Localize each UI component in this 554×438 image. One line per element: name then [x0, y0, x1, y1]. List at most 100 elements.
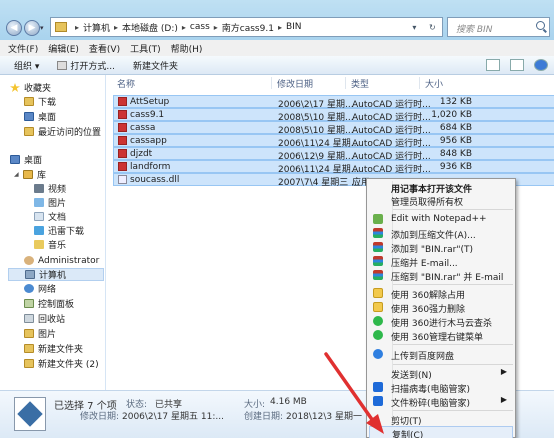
autocad-arx-icon	[118, 149, 127, 158]
nav-libraries[interactable]: ◢ 库	[14, 168, 46, 181]
pc-manager-scan-icon	[373, 382, 383, 392]
title-bar: ◀ ▶ ▾ ▸ 计算机 ▸ 本地磁盘 (D:) ▸ cass ▸ 南方cass9.1 ▸…	[0, 0, 554, 40]
nav-new-folder-2[interactable]: 新建文件夹 (2)	[24, 357, 99, 370]
view-options-icon[interactable]	[486, 59, 500, 71]
menu-360-context-manager[interactable]: 使用 360管理右键菜单	[369, 329, 513, 343]
folder-icon	[24, 344, 34, 353]
collapse-triangle-icon[interactable]: ◢	[14, 171, 20, 178]
nav-control-panel[interactable]: 控制面板	[24, 297, 74, 310]
pictures-icon	[34, 198, 44, 207]
menu-zip-email[interactable]: 压缩并 E-mail...	[369, 255, 513, 269]
column-type[interactable]: 类型	[351, 75, 369, 91]
menu-360-trojan-scan[interactable]: 使用 360进行木马云查杀	[369, 315, 513, 329]
column-date[interactable]: 修改日期	[277, 75, 313, 91]
crumb-drive[interactable]: 本地磁盘 (D:)	[122, 21, 178, 34]
menu-tools[interactable]: 工具(T)	[130, 42, 161, 55]
menu-add-rar[interactable]: 添加到 "BIN.rar"(T)	[369, 241, 513, 255]
refresh-icon[interactable]: ↻	[429, 23, 436, 32]
nav-favorites[interactable]: 收藏夹	[10, 81, 51, 94]
open-with-icon	[57, 60, 68, 70]
new-folder-button[interactable]: 新建文件夹	[133, 59, 178, 72]
forward-button[interactable]: ▶	[24, 20, 40, 36]
menu-cut[interactable]: 剪切(T)	[369, 413, 513, 427]
history-dropdown-icon[interactable]: ▾	[40, 24, 48, 34]
nav-administrator[interactable]: Administrator	[24, 254, 99, 267]
column-name[interactable]: 名称	[117, 75, 135, 91]
table-row[interactable]: AttSetup 2006\2\17 星期... AutoCAD 运行时... …	[113, 95, 554, 110]
winrar-icon	[373, 228, 383, 238]
menu-scan-virus[interactable]: 扫描病毒(电脑管家)	[369, 381, 513, 395]
menu-view[interactable]: 查看(V)	[89, 42, 120, 55]
recent-places-icon	[24, 127, 34, 136]
column-size[interactable]: 大小	[425, 75, 443, 91]
nav-documents[interactable]: 文档	[34, 210, 66, 223]
total-size: 4.16 MB	[270, 397, 307, 407]
360-unlock-icon	[373, 288, 383, 298]
pc-manager-shred-icon	[373, 396, 383, 406]
crumb-cass91[interactable]: 南方cass9.1	[222, 21, 274, 34]
nav-network[interactable]: 网络	[24, 282, 56, 295]
menu-add-archive[interactable]: 添加到压缩文件(A)...	[369, 227, 513, 241]
crumb-computer[interactable]: 计算机	[83, 21, 110, 34]
menu-send-to[interactable]: 发送到(N) ▶	[369, 367, 513, 381]
menu-copy[interactable]: 复制(C)	[369, 426, 513, 438]
video-icon	[34, 184, 44, 193]
address-dropdown-icon[interactable]: ▾	[412, 23, 416, 32]
menu-file[interactable]: 文件(F)	[8, 42, 38, 55]
autocad-arx-icon	[118, 110, 127, 119]
nav-new-folder[interactable]: 新建文件夹	[24, 342, 83, 355]
control-panel-icon	[24, 299, 34, 308]
menu-edit-notepadpp[interactable]: Edit with Notepad++	[369, 213, 513, 226]
nav-desktop[interactable]: 桌面	[10, 153, 42, 166]
help-icon[interactable]	[534, 59, 548, 71]
nav-recent[interactable]: 最近访问的位置	[24, 125, 101, 138]
menu-baidu-upload[interactable]: 上传到百度网盘	[369, 348, 513, 362]
nav-thunder[interactable]: 迅雷下载	[34, 224, 84, 237]
nav-recycle-bin[interactable]: 回收站	[24, 312, 65, 325]
modified-date: 2006\2\17 星期五 11:...	[122, 412, 224, 422]
nav-videos[interactable]: 视频	[34, 182, 66, 195]
table-row[interactable]: cassapp 2006\11\24 星期... AutoCAD 运行时... …	[113, 134, 554, 149]
360-shield-icon	[373, 316, 383, 326]
table-row[interactable]: djzdt 2006\12\9 星期... AutoCAD 运行时... 848…	[113, 147, 554, 162]
address-bar[interactable]: ▸ 计算机 ▸ 本地磁盘 (D:) ▸ cass ▸ 南方cass9.1 ▸ BIN ▾…	[50, 17, 443, 37]
recycle-bin-icon	[24, 314, 34, 323]
network-icon	[24, 284, 34, 293]
nav-desktop-fav[interactable]: 桌面	[24, 110, 56, 123]
nav-pictures-folder[interactable]: 图片	[24, 327, 56, 340]
menu-360-force-delete[interactable]: 使用 360强力删除	[369, 301, 513, 315]
dll-file-icon	[118, 175, 127, 184]
nav-computer[interactable]: 计算机	[8, 268, 104, 281]
search-icon[interactable]	[536, 21, 545, 30]
autocad-arx-icon	[118, 162, 127, 171]
table-row[interactable]: cass9.1 2008\5\10 星期... AutoCAD 运行时... 1…	[113, 108, 554, 123]
menu-rar-email[interactable]: 压缩到 "BIN.rar" 并 E-mail	[369, 269, 513, 283]
folder-icon	[24, 359, 34, 368]
back-button[interactable]: ◀	[6, 20, 22, 36]
notepadpp-icon	[373, 214, 383, 224]
nav-downloads[interactable]: 下载	[24, 95, 56, 108]
menu-edit[interactable]: 编辑(E)	[48, 42, 79, 55]
menu-open-notepad[interactable]: 用记事本打开该文件	[369, 181, 513, 195]
crumb-bin[interactable]: BIN	[286, 22, 302, 32]
menu-file-shred[interactable]: 文件粉碎(电脑管家) ▶	[369, 395, 513, 409]
preview-pane-icon[interactable]	[510, 59, 524, 71]
crumb-cass[interactable]: cass	[190, 22, 210, 32]
menu-360-unlock[interactable]: 使用 360解除占用	[369, 287, 513, 301]
table-row[interactable]: cassa 2008\5\10 星期... AutoCAD 运行时... 684…	[113, 121, 554, 136]
organize-button[interactable]: 组织 ▾	[14, 59, 39, 72]
menu-help[interactable]: 帮助(H)	[171, 42, 203, 55]
downloads-icon	[24, 97, 34, 106]
autocad-arx-icon	[118, 136, 127, 145]
360-manager-icon	[373, 330, 383, 340]
submenu-arrow-icon: ▶	[500, 395, 507, 404]
search-input[interactable]: 搜索 BIN	[447, 17, 550, 37]
nav-music[interactable]: 音乐	[34, 238, 66, 251]
open-with-button[interactable]: 打开方式...	[57, 59, 115, 72]
menu-take-ownership[interactable]: 管理员取得所有权	[369, 194, 513, 208]
table-row[interactable]: landform 2006\11\24 星期... AutoCAD 运行时...…	[113, 160, 554, 175]
desktop-icon	[10, 155, 20, 164]
computer-icon	[25, 270, 35, 279]
autocad-arx-icon	[118, 123, 127, 132]
nav-pictures[interactable]: 图片	[34, 196, 66, 209]
